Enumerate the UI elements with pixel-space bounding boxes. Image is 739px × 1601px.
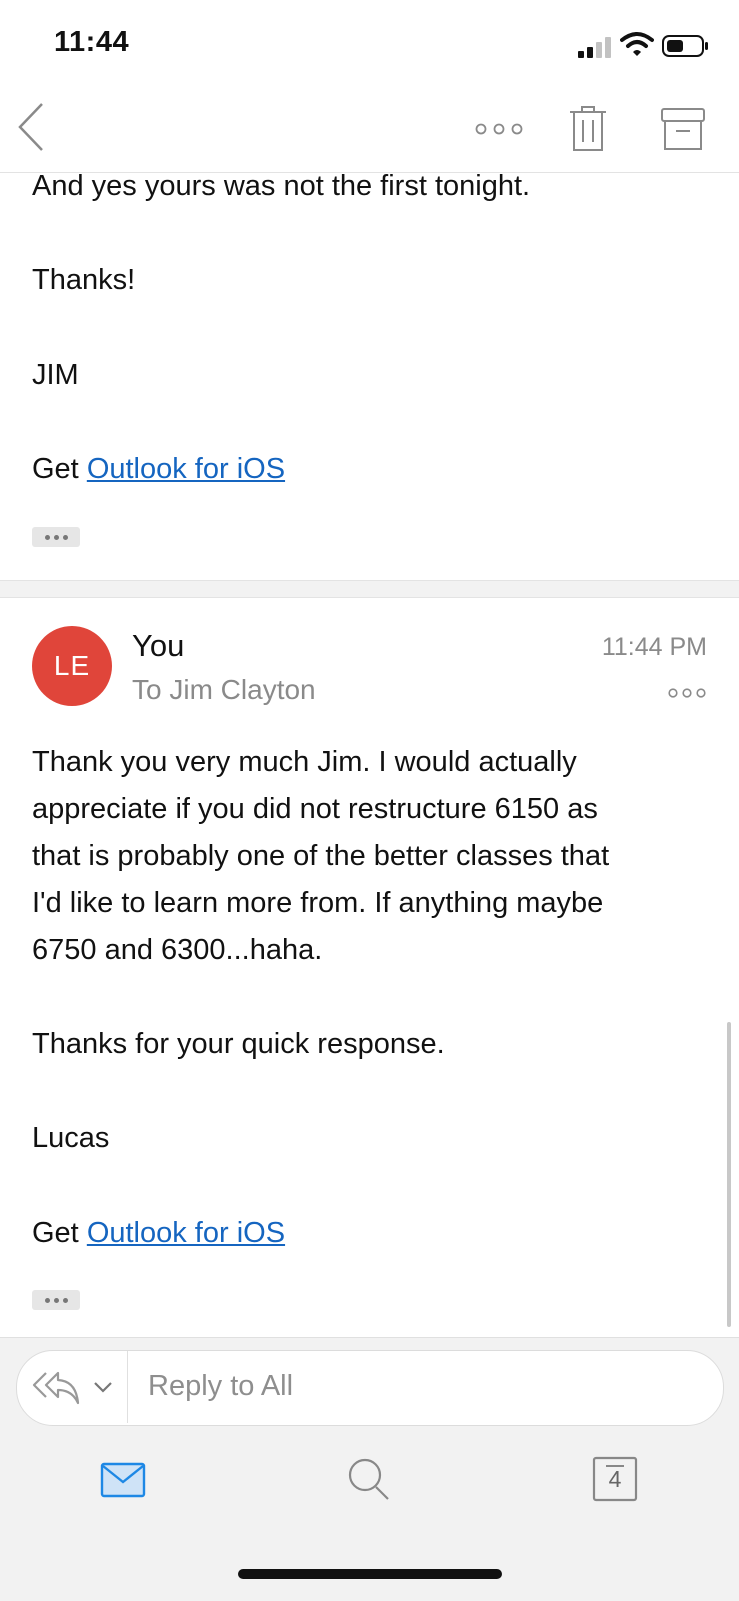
archive-icon[interactable] xyxy=(660,106,706,152)
status-time: 11:44 xyxy=(54,26,130,58)
wifi-icon xyxy=(620,32,654,56)
show-quoted-text-button[interactable] xyxy=(32,1290,80,1310)
recipient-line[interactable]: To Jim Clayton xyxy=(132,674,316,706)
reply-bar[interactable] xyxy=(16,1350,724,1426)
outlook-for-ios-link[interactable]: Outlook for iOS xyxy=(87,453,285,485)
avatar[interactable]: LE xyxy=(32,626,112,706)
dot xyxy=(44,1297,50,1303)
message-separator xyxy=(0,580,739,598)
message-body-line: appreciate if you did not restructure 61… xyxy=(32,793,598,825)
message-body-line: Thank you very much Jim. I would actuall… xyxy=(32,746,577,778)
dot xyxy=(53,1297,59,1303)
message-thanks-line: Thanks for your quick response. xyxy=(32,1028,445,1060)
dot xyxy=(62,534,68,540)
sender-name: You xyxy=(132,628,185,663)
mail-tab-icon[interactable] xyxy=(100,1462,146,1498)
trash-icon[interactable] xyxy=(568,104,608,154)
get-prefix: Get xyxy=(32,453,87,485)
get-prefix: Get xyxy=(32,1217,87,1249)
battery-icon xyxy=(662,35,708,57)
previous-outlook-line: Get Outlook for iOS xyxy=(32,446,285,493)
message-body-line: 6750 and 6300...haha. xyxy=(32,934,323,966)
message-body-line: that is probably one of the better class… xyxy=(32,840,610,872)
message-body-line: I'd like to learn more from. If anything… xyxy=(32,887,604,919)
message-signature: Lucas xyxy=(32,1122,110,1154)
message-outlook-line: Get Outlook for iOS xyxy=(32,1210,285,1257)
reply-divider xyxy=(127,1351,128,1423)
dot xyxy=(53,534,59,540)
previous-message-signature: JIM xyxy=(32,359,79,391)
chevron-down-icon[interactable] xyxy=(92,1380,114,1394)
cellular-signal-icon xyxy=(578,37,611,58)
more-options-icon[interactable] xyxy=(474,118,524,140)
reply-all-icon[interactable] xyxy=(32,1367,82,1407)
outlook-for-ios-link[interactable]: Outlook for iOS xyxy=(87,1217,285,1249)
search-tab-icon[interactable] xyxy=(346,1456,392,1502)
back-chevron-icon[interactable] xyxy=(14,100,48,154)
show-quoted-text-button[interactable] xyxy=(32,527,80,547)
reply-input[interactable]: Reply to All xyxy=(148,1370,293,1403)
message-time: 11:44 PM xyxy=(601,633,707,661)
previous-message-thanks: Thanks! xyxy=(32,264,136,296)
home-indicator[interactable] xyxy=(238,1569,502,1579)
message-more-icon[interactable] xyxy=(668,686,706,700)
scrollbar[interactable] xyxy=(727,1022,731,1327)
previous-message-text: And yes yours was not the first tonight. xyxy=(32,170,531,202)
dot xyxy=(44,534,50,540)
dot xyxy=(62,1297,68,1303)
calendar-day-number: 4 xyxy=(608,1466,622,1492)
